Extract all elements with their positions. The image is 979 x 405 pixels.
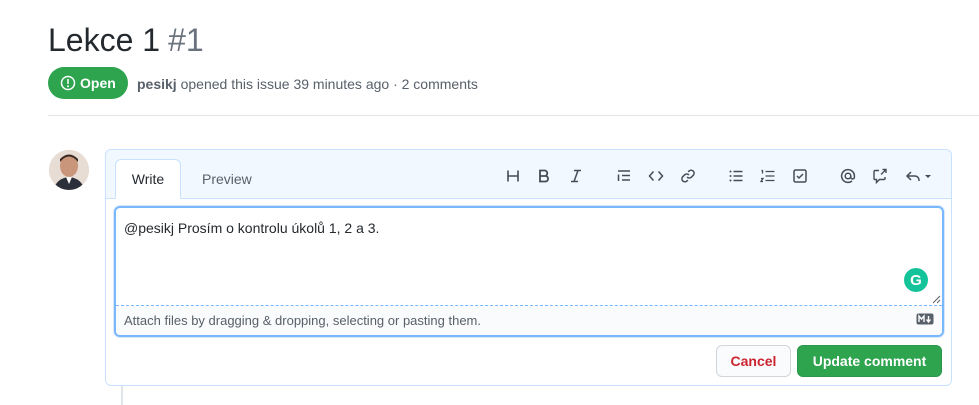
attach-files-hint[interactable]: Attach files by dragging & dropping, sel… xyxy=(116,306,942,335)
saved-reply-icon[interactable] xyxy=(903,164,935,188)
issue-title-text: Lekce 1 xyxy=(48,22,161,58)
markdown-icon[interactable] xyxy=(916,313,934,325)
numbered-list-icon[interactable] xyxy=(756,164,780,188)
issue-meta: pesikj opened this issue 39 minutes ago … xyxy=(137,76,478,92)
editor-header: Write Preview xyxy=(106,150,951,199)
timeline-line xyxy=(121,386,123,405)
avatar-image xyxy=(49,150,89,190)
comment-edit-form: Write Preview @pesikj Prosím o kontrolu … xyxy=(105,149,952,386)
task-list-icon[interactable] xyxy=(788,164,812,188)
update-comment-button[interactable]: Update comment xyxy=(797,345,942,377)
bold-icon[interactable] xyxy=(532,164,556,188)
grammarly-icon[interactable]: G xyxy=(904,268,928,292)
heading-icon[interactable] xyxy=(501,164,525,188)
quote-icon[interactable] xyxy=(612,164,636,188)
link-icon[interactable] xyxy=(676,164,700,188)
resize-handle-icon[interactable] xyxy=(931,294,941,304)
italic-icon[interactable] xyxy=(564,164,588,188)
avatar[interactable] xyxy=(49,150,89,190)
issue-meta-text: opened this issue 39 minutes ago · 2 com… xyxy=(176,76,478,92)
tab-write[interactable]: Write xyxy=(115,159,181,199)
tab-preview[interactable]: Preview xyxy=(202,159,252,199)
bullet-list-icon[interactable] xyxy=(724,164,748,188)
code-icon[interactable] xyxy=(644,164,668,188)
cancel-button[interactable]: Cancel xyxy=(716,345,791,377)
issue-title: Lekce 1 #1 xyxy=(48,22,204,59)
issue-opened-icon xyxy=(60,75,76,91)
author-link[interactable]: pesikj xyxy=(137,76,177,92)
comment-textarea[interactable]: @pesikj Prosím o kontrolu úkolů 1, 2 a 3… xyxy=(116,208,942,306)
comment-editor[interactable]: @pesikj Prosím o kontrolu úkolů 1, 2 a 3… xyxy=(114,206,944,337)
header-divider xyxy=(48,115,979,116)
status-badge: Open xyxy=(48,67,128,99)
mention-icon[interactable] xyxy=(836,164,860,188)
cross-reference-icon[interactable] xyxy=(868,164,892,188)
issue-number: #1 xyxy=(168,22,204,58)
status-label: Open xyxy=(80,75,116,91)
